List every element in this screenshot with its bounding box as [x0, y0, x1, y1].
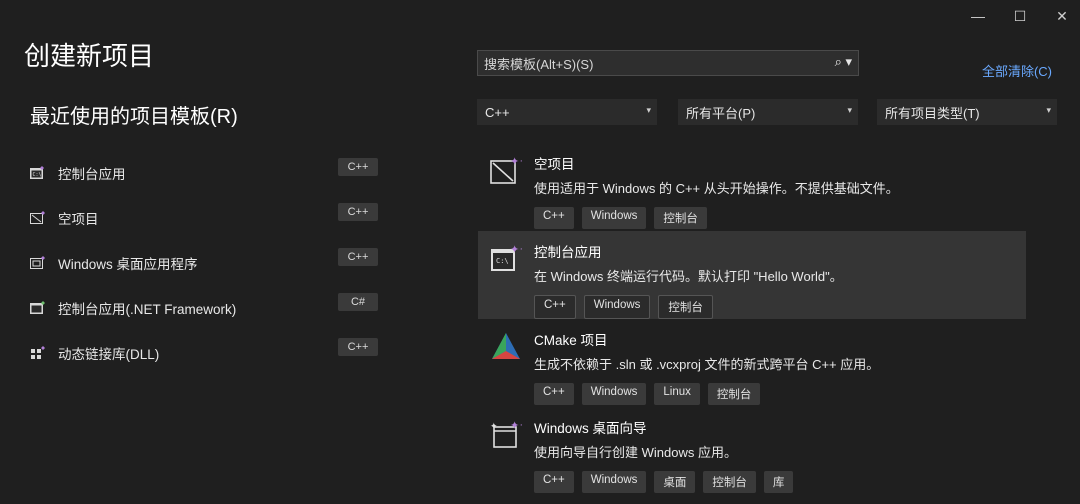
platform-filter-dropdown[interactable]: 所有平台(P) ▾ — [678, 99, 858, 125]
svg-text:✦: ✦ — [490, 422, 498, 432]
recent-item-console-app-netfx[interactable]: 控制台应用(.NET Framework) C# — [30, 285, 380, 330]
template-empty-project[interactable]: ✦✦ 空项目 使用适用于 Windows 的 C++ 从头开始操作。不提供基础文… — [478, 143, 1026, 231]
console-app-cs-icon — [30, 300, 46, 315]
tag: Windows — [581, 383, 647, 405]
svg-text:✦✦: ✦✦ — [510, 419, 522, 432]
tag: C++ — [534, 207, 574, 229]
tag: 控制台 — [707, 383, 761, 405]
minimize-button[interactable]: — — [970, 8, 986, 25]
template-tags: C++ Windows Linux 控制台 — [534, 383, 1016, 405]
dll-icon — [30, 345, 46, 360]
empty-project-icon — [30, 210, 46, 225]
search-placeholder: 搜索模板(Alt+S)(S) — [484, 56, 594, 72]
tag: Windows — [583, 295, 651, 319]
language-badge: C++ — [338, 248, 378, 266]
search-input[interactable]: 搜索模板(Alt+S)(S) ⌕ ▾ — [477, 50, 859, 76]
template-description: 使用向导自行创建 Windows 应用。 — [534, 445, 737, 460]
svg-text:✦✦: ✦✦ — [510, 243, 522, 256]
tag: C++ — [534, 471, 574, 493]
language-filter-value: C++ — [485, 104, 510, 120]
template-desktop-wizard[interactable]: ✦✦✦ Windows 桌面向导 使用向导自行创建 Windows 应用。 C+… — [478, 407, 1026, 495]
template-title: CMake 项目 — [534, 333, 608, 348]
template-title: 空项目 — [534, 157, 575, 172]
language-badge: C++ — [338, 338, 378, 356]
cmake-icon — [490, 331, 522, 361]
console-app-icon: C:\✦✦ — [490, 243, 528, 273]
tag: C++ — [534, 383, 574, 405]
svg-text:C:\: C:\ — [33, 172, 42, 178]
recent-item-label: 空项目 — [58, 211, 99, 227]
template-tags: C++ Windows 控制台 — [534, 295, 1016, 319]
tag: C++ — [534, 295, 576, 319]
window-controls: — ☐ ✕ — [970, 8, 1070, 25]
recent-item-label: 控制台应用(.NET Framework) — [58, 301, 237, 317]
language-badge: C++ — [338, 158, 378, 176]
project-type-filter-value: 所有项目类型(T) — [885, 105, 980, 121]
tag: 桌面 — [654, 471, 696, 493]
template-cmake-project[interactable]: CMake 项目 生成不依赖于 .sln 或 .vcxproj 文件的新式跨平台… — [478, 319, 1026, 407]
desktop-wizard-icon: ✦✦✦ — [490, 419, 528, 449]
desktop-app-icon — [30, 255, 46, 270]
template-console-app[interactable]: C:\✦✦ 控制台应用 在 Windows 终端运行代码。默认打印 "Hello… — [478, 231, 1026, 319]
tag: 库 — [763, 471, 794, 493]
language-badge: C# — [338, 293, 378, 311]
template-list: ✦✦ 空项目 使用适用于 Windows 的 C++ 从头开始操作。不提供基础文… — [478, 143, 1026, 495]
language-filter-dropdown[interactable]: C++ ▾ — [477, 99, 657, 125]
recent-templates-heading: 最近使用的项目模板(R) — [30, 106, 238, 128]
recent-item-dll[interactable]: 动态链接库(DLL) C++ — [30, 330, 380, 375]
template-description: 使用适用于 Windows 的 C++ 从头开始操作。不提供基础文件。 — [534, 181, 899, 196]
search-icon[interactable]: ⌕ ▾ — [835, 54, 852, 70]
recent-templates-list: C:\ 控制台应用 C++ 空项目 C++ Windows 桌面应用程序 C++… — [30, 150, 380, 375]
maximize-button[interactable]: ☐ — [1012, 8, 1028, 25]
empty-project-icon: ✦✦ — [490, 155, 528, 185]
template-tags: C++ Windows 控制台 — [534, 207, 1016, 229]
svg-text:C:\: C:\ — [496, 257, 509, 265]
tag: Linux — [654, 383, 700, 405]
tag: 控制台 — [703, 471, 756, 493]
recent-item-label: Windows 桌面应用程序 — [58, 256, 198, 272]
clear-all-link[interactable]: 全部清除(C) — [982, 61, 1052, 80]
recent-item-empty-project[interactable]: 空项目 C++ — [30, 195, 380, 240]
tag: 控制台 — [654, 207, 707, 229]
close-button[interactable]: ✕ — [1054, 8, 1070, 25]
recent-item-label: 控制台应用 — [58, 166, 126, 182]
template-title: 控制台应用 — [534, 245, 602, 260]
recent-item-console-app[interactable]: C:\ 控制台应用 C++ — [30, 150, 380, 195]
recent-item-desktop-app[interactable]: Windows 桌面应用程序 C++ — [30, 240, 380, 285]
platform-filter-value: 所有平台(P) — [686, 105, 756, 121]
chevron-down-icon: ▾ — [1046, 105, 1051, 115]
console-app-icon: C:\ — [30, 165, 46, 180]
template-title: Windows 桌面向导 — [534, 421, 647, 436]
tag: Windows — [581, 471, 647, 493]
recent-item-label: 动态链接库(DLL) — [58, 346, 160, 362]
language-badge: C++ — [338, 203, 378, 221]
chevron-down-icon: ▾ — [646, 105, 651, 115]
svg-text:✦✦: ✦✦ — [510, 155, 522, 168]
template-tags: C++ Windows 桌面 控制台 库 — [534, 471, 1016, 493]
tag: 控制台 — [658, 295, 713, 319]
page-title: 创建新项目 — [24, 41, 155, 71]
project-type-filter-dropdown[interactable]: 所有项目类型(T) ▾ — [877, 99, 1057, 125]
template-description: 生成不依赖于 .sln 或 .vcxproj 文件的新式跨平台 C++ 应用。 — [534, 357, 880, 372]
chevron-down-icon: ▾ — [847, 105, 852, 115]
template-description: 在 Windows 终端运行代码。默认打印 "Hello World"。 — [534, 269, 843, 284]
tag: Windows — [581, 207, 647, 229]
